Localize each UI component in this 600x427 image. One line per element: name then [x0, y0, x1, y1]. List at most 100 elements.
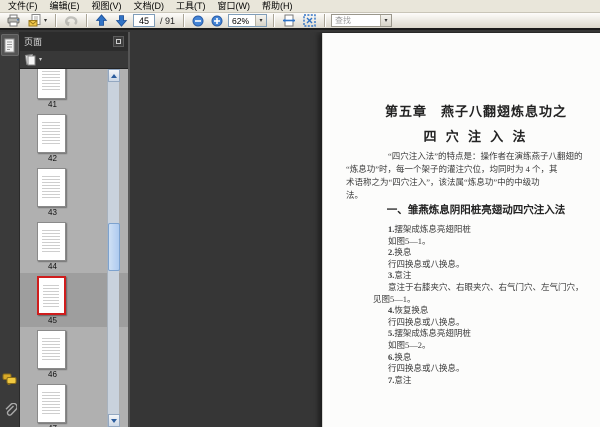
menu-item-7[interactable]: 帮助(H) [257, 0, 298, 12]
zoom-level-combo[interactable]: 62% ▾ [228, 14, 268, 27]
panel-collapse-button[interactable] [113, 36, 124, 47]
toolbar-separator [86, 14, 88, 27]
page-total-label: / 91 [160, 15, 176, 26]
comments-icon [2, 373, 17, 385]
nav-strip-bottom [1, 365, 19, 421]
scrollbar-thumb[interactable] [108, 223, 120, 271]
toolbar-separator [183, 14, 185, 27]
pdf-viewer-window: 文件(F) 编辑(E) 视图(V) 文档(D) 工具(T) 窗口(W) 帮助(H) ▾ [0, 0, 600, 427]
document-body: 1.摆架成炼息亮翅阳桩 如图5—1。 2.换息 行四换息或八换息。 3.意注 意注于右膝夹… [346, 224, 584, 386]
pages-panel-header: 页面 [20, 32, 128, 51]
page-number-input[interactable] [133, 14, 156, 27]
toolbar-separator [55, 14, 57, 27]
zoom-in-icon [211, 15, 223, 26]
document-page: 第五章 燕子八翻翅炼息功之 四 穴 注 入 法 “四穴注入法”的特点是：操作者在… [322, 33, 600, 427]
zoom-out-button[interactable] [190, 14, 206, 28]
previous-view-icon [65, 15, 78, 26]
document-text-line: “四穴注入法”的特点是：操作者在演练燕子八翻翅的 [388, 151, 583, 161]
print-button[interactable] [4, 14, 23, 28]
thumbnail-page-number: 41 [48, 100, 57, 109]
comments-tab-button[interactable] [1, 367, 19, 389]
document-view[interactable]: 第五章 燕子八翻翅炼息功之 四 穴 注 入 法 “四穴注入法”的特点是：操作者在… [130, 32, 600, 427]
document-text-line: 如图5—2。 [388, 339, 431, 350]
menu-item-1[interactable]: 文件(F) [3, 0, 43, 12]
toolbar: ▾ / 91 [0, 13, 600, 30]
thumbnail-page-preview [37, 276, 66, 315]
fit-width-button[interactable] [280, 14, 298, 28]
document-intro: “四穴注入法”的特点是：操作者在演练燕子八翻翅的 “炼息功”时，每一个架子的灌注穴… [346, 150, 583, 202]
pages-tab-button[interactable] [0, 34, 19, 56]
document-text-line: 2.换息 [388, 247, 412, 258]
document-text-line: 1.摆架成炼息亮翅阳桩 [388, 224, 471, 234]
document-text-line: “炼息功”时，每一个架子的灌注穴位，均同时为 4 个，其 [346, 164, 558, 174]
document-text-line: 见图5—1。 [373, 293, 416, 304]
find-input[interactable] [332, 15, 381, 26]
page-down-icon [115, 15, 128, 27]
pages-panel: 页面 ▾ 4142434445464748 [20, 32, 128, 427]
chapter-title-line1: 第五章 燕子八翻翅炼息功之 [384, 104, 567, 119]
document-text-line: 7.意注 [388, 374, 412, 385]
next-page-button[interactable] [113, 14, 130, 28]
zoom-in-button[interactable] [209, 14, 225, 28]
previous-view-button[interactable] [62, 14, 80, 28]
paperclip-icon [5, 402, 17, 416]
document-text-line: 4.恢复换息 [388, 305, 429, 316]
find-box: ▾ [331, 14, 393, 27]
zoom-level-value: 62% [232, 15, 250, 26]
thumbnail-page-preview [37, 168, 66, 207]
thumbnail-page-preview [37, 114, 66, 153]
chapter-title-block: 第五章 燕子八翻翅炼息功之 四 穴 注 入 法 [323, 101, 600, 145]
email-dropdown-caret[interactable]: ▾ [44, 17, 47, 24]
previous-page-button[interactable] [93, 14, 110, 28]
options-dropdown-caret: ▾ [39, 57, 43, 63]
navigation-tab-strip [0, 32, 20, 427]
document-text-line: 术语称之为“四穴注入”，该法属“炼息功”中的中级功 [346, 177, 540, 187]
find-dropdown-caret[interactable]: ▾ [380, 15, 392, 26]
page-up-icon [95, 14, 108, 26]
document-text-line: 6.换息 [388, 351, 412, 362]
thumbnail-options-button[interactable]: ▾ [24, 53, 43, 66]
fit-page-button[interactable] [301, 14, 318, 28]
document-text-line: 3.意注 [388, 270, 412, 281]
fit-width-icon [283, 14, 296, 27]
thumbnail-page-number: 45 [48, 316, 57, 325]
thumbnail-page-preview [37, 222, 66, 261]
collapse-icon [116, 39, 121, 44]
pages-panel-title: 页面 [24, 37, 43, 47]
menu-item-6[interactable]: 窗口(W) [213, 0, 256, 12]
thumbnail-page-preview [37, 384, 66, 423]
thumbnail-page-number: 44 [48, 262, 57, 271]
pages-icon [4, 38, 15, 52]
thumbnail-options-row: ▾ [20, 51, 128, 69]
section-heading: 一、雏燕炼息阴阳桩亮翅动四穴注入法 [386, 205, 566, 216]
printer-icon [7, 14, 20, 27]
menu-item-4[interactable]: 文档(D) [129, 0, 170, 12]
toolbar-separator [273, 14, 275, 27]
scroll-up-button[interactable] [108, 69, 120, 82]
thumbnail-page-number: 42 [48, 154, 57, 163]
scroll-down-button[interactable] [108, 414, 120, 427]
toolbar-separator [324, 14, 326, 27]
menu-bar: 文件(F) 编辑(E) 视图(V) 文档(D) 工具(T) 窗口(W) 帮助(H) [0, 0, 600, 13]
scroll-up-icon [111, 73, 117, 78]
document-text-line: 如图5—1。 [388, 235, 431, 246]
thumbnail-page-number: 43 [48, 208, 57, 217]
scroll-down-icon [111, 418, 117, 423]
thumbnail-page-preview [37, 69, 66, 99]
chapter-title-line2: 四 穴 注 入 法 [423, 129, 529, 144]
zoom-out-icon [192, 15, 204, 26]
email-button[interactable]: ▾ [26, 14, 49, 28]
document-text-line: 行四换息或八换息。 [388, 363, 465, 374]
zoom-dropdown-caret[interactable]: ▾ [255, 15, 267, 26]
menu-item-3[interactable]: 视图(V) [87, 0, 127, 12]
menu-item-5[interactable]: 工具(T) [171, 0, 211, 12]
thumbnail-scrollbar[interactable] [107, 69, 120, 427]
menu-item-2[interactable]: 编辑(E) [45, 0, 85, 12]
document-text-line: 行四换息或八换息。 [388, 316, 465, 327]
attachments-tab-button[interactable] [1, 399, 19, 421]
thumbnail-page-number: 46 [48, 370, 57, 379]
document-text-line: 5.摆架成炼息亮翅阴桩 [388, 328, 471, 339]
email-icon [28, 14, 41, 27]
content-area: 页面 ▾ 4142434445464748 [0, 32, 600, 427]
document-text-line: 法。 [346, 190, 364, 200]
